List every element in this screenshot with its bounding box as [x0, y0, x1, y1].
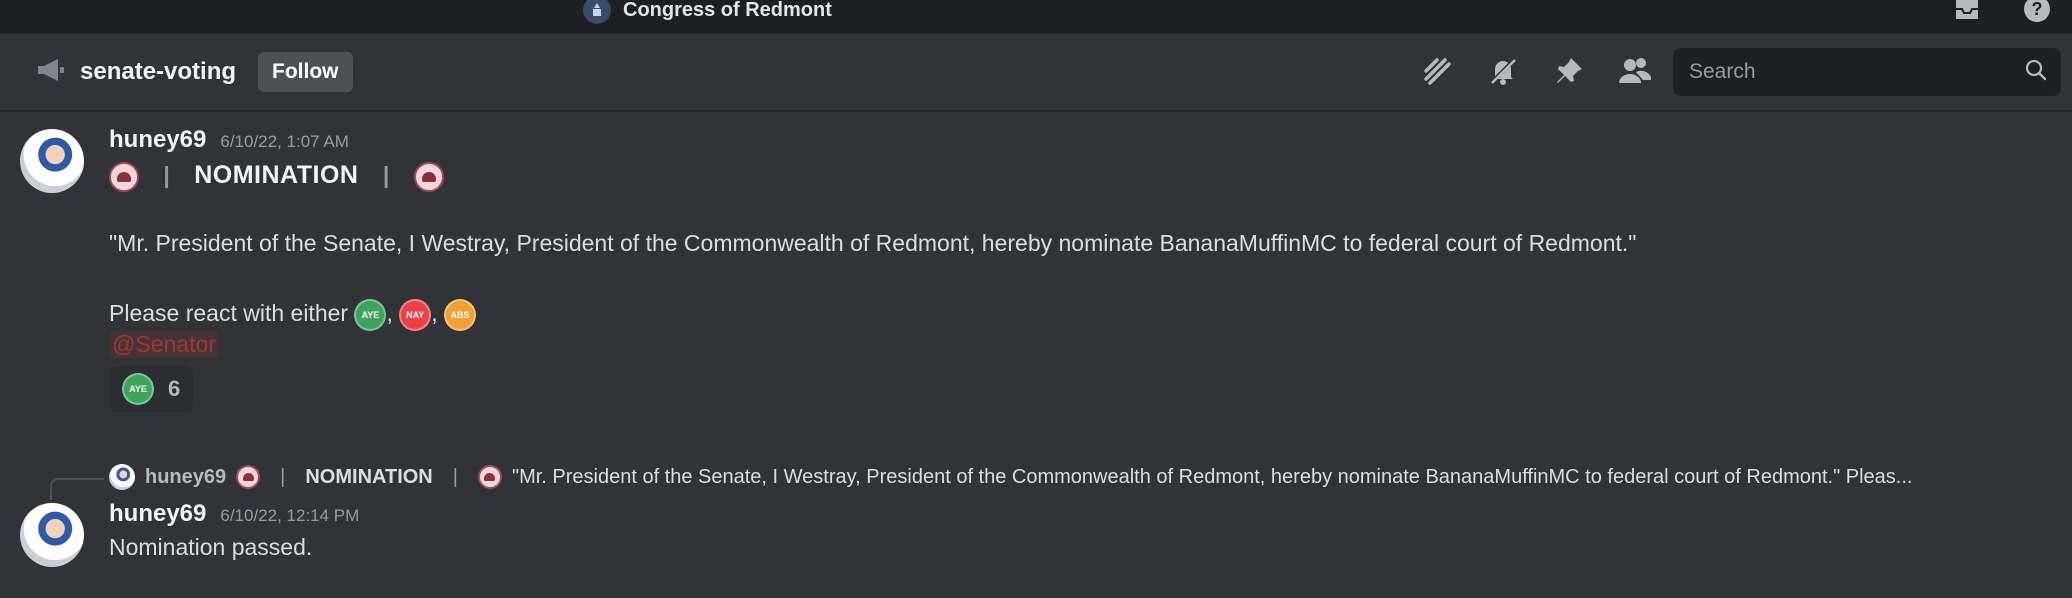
abs-emoji-icon: ABS [444, 298, 477, 331]
divider: | [163, 162, 170, 188]
reply-text: "Mr. President of the Senate, I Westray,… [511, 465, 1913, 488]
server-title[interactable]: Congress of Redmont [583, 0, 832, 24]
announcement-megaphone-icon [36, 57, 66, 88]
divider: | [280, 465, 286, 488]
reply-title: NOMINATION [305, 465, 433, 488]
help-icon[interactable]: ? [2022, 0, 2052, 24]
avatar[interactable] [20, 129, 84, 193]
mute-bell-icon[interactable] [1484, 52, 1522, 90]
svg-text:?: ? [2032, 0, 2043, 19]
seal-icon [109, 161, 139, 192]
aye-emoji-icon: AYE [122, 372, 154, 405]
reaction-button[interactable]: AYE 6 [109, 365, 194, 412]
react-prompt-line: Please react with either AYE, NAY, ABS [109, 296, 1636, 331]
nomination-title: NOMINATION [194, 161, 359, 189]
server-name: Congress of Redmont [623, 0, 832, 21]
inbox-icon[interactable] [1952, 0, 1982, 24]
avatar[interactable] [20, 503, 84, 567]
title-bar: Congress of Redmont ? [0, 0, 2072, 34]
channel-header: senate-voting Follow [0, 34, 2072, 111]
message-timestamp: 6/10/22, 12:14 PM [220, 506, 360, 525]
seal-icon [236, 465, 261, 489]
threads-icon[interactable] [1418, 52, 1456, 90]
message-author[interactable]: huney69 [109, 500, 206, 528]
message-timestamp: 6/10/22, 1:07 AM [220, 132, 349, 151]
message-text: Nomination passed. [109, 534, 313, 560]
reaction-count: 6 [168, 375, 181, 401]
aye-emoji-icon: AYE [354, 298, 387, 331]
divider: | [452, 465, 458, 488]
capitol-icon [583, 0, 611, 24]
avatar [109, 464, 135, 490]
reply-connector [50, 478, 104, 500]
reply-preview[interactable]: huney69 | NOMINATION | "Mr. President of… [109, 464, 2059, 490]
channel-name: senate-voting [80, 58, 237, 85]
nay-emoji-icon: NAY [399, 298, 432, 331]
pin-icon[interactable] [1550, 52, 1588, 90]
react-prompt: Please react with either [109, 300, 349, 326]
seal-icon [413, 161, 444, 192]
nomination-header: | NOMINATION | [109, 158, 1636, 192]
nomination-quote: "Mr. President of the Senate, I Westray,… [109, 230, 1637, 256]
reply-author[interactable]: huney69 [145, 466, 226, 489]
search-icon [2025, 59, 2047, 86]
follow-button[interactable]: Follow [258, 52, 353, 92]
members-icon[interactable] [1616, 52, 1654, 90]
role-mention[interactable]: @Senator [109, 330, 219, 358]
search-box[interactable] [1673, 48, 2061, 96]
message-author[interactable]: huney69 [109, 126, 206, 154]
search-input[interactable] [1687, 59, 2011, 85]
seal-icon [477, 465, 502, 489]
divider: | [382, 162, 390, 188]
